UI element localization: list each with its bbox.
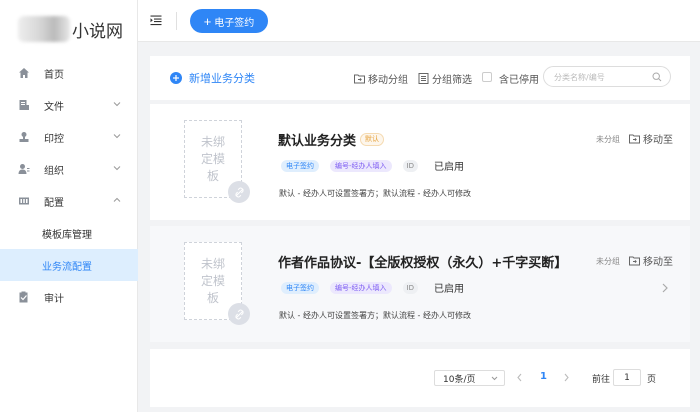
page-number-current[interactable]: 1: [540, 371, 547, 382]
sidebar-subitem-label: 业务流配置: [42, 261, 92, 273]
chevron-down-icon: [113, 102, 121, 107]
esign-tag: 电子签约: [281, 159, 319, 172]
search-input[interactable]: [554, 70, 650, 84]
sidebar-nav: 首页 文件 印控 组织 配置 模板库管理 业务流配置 审计: [0, 57, 138, 313]
prev-page-icon[interactable]: [516, 373, 523, 382]
status-text: 已启用: [434, 162, 464, 173]
move-to-label: 移动至: [643, 135, 673, 146]
add-category-button[interactable]: 新增业务分类: [170, 70, 255, 86]
category-search: [543, 66, 671, 87]
group-label: 未分组: [596, 257, 620, 266]
move-to-label: 移动至: [643, 257, 673, 268]
config-icon: [19, 197, 29, 205]
status-text: 已启用: [434, 284, 464, 295]
sidebar: 小说网 首页 文件 印控 组织 配置 模板库管理 业务流配置 审计: [0, 0, 138, 412]
card-title-text: 作者作品协议-【全版权授权（永久）+千字买断】: [278, 256, 568, 271]
sidebar-item-label: 配置: [44, 197, 64, 209]
audit-icon: [19, 291, 28, 303]
category-card[interactable]: 未绑定模板 作者作品协议-【全版权授权（永久）+千字买断】 电子签约 编号-经办…: [150, 226, 690, 342]
unbind-badge: [228, 303, 250, 325]
page-size-value: 10条/页: [443, 374, 476, 385]
card-title: 作者作品协议-【全版权授权（永久）+千字买断】: [278, 252, 567, 271]
folder-move-icon: [354, 74, 365, 84]
file-icon: [19, 100, 29, 110]
divider: [176, 12, 177, 30]
card-title: 默认业务分类 默认: [278, 130, 385, 149]
goto-prefix: 前往: [592, 375, 611, 385]
sidebar-item-label: 文件: [44, 101, 64, 113]
logo-text: 小说网: [72, 21, 123, 42]
add-category-label: 新增业务分类: [189, 72, 255, 85]
move-group-button[interactable]: 移动分组: [354, 71, 408, 86]
card-tags: 电子签约 编号-经办人填入 ID 已启用: [281, 158, 464, 173]
sidebar-item-organization[interactable]: 组织: [0, 153, 138, 185]
next-page-icon[interactable]: [563, 373, 570, 382]
group-label: 未分组: [596, 135, 620, 144]
logo[interactable]: 小说网: [18, 14, 123, 44]
filter-group-button[interactable]: 分组筛选: [418, 71, 472, 86]
category-toolbar: 新增业务分类 移动分组 分组筛选 含已停用: [150, 56, 690, 100]
sidebar-item-label: 审计: [44, 293, 64, 305]
include-disabled-label[interactable]: 含已停用: [499, 71, 539, 86]
folder-move-icon: [629, 256, 640, 266]
card-description: 默认 - 经办人可设置签署方；默认流程 - 经办人可修改: [279, 189, 471, 198]
category-card[interactable]: 未绑定模板 默认业务分类 默认 电子签约 编号-经办人填入 ID 已启用 默认 …: [150, 104, 690, 220]
move-group-label: 移动分组: [368, 75, 408, 86]
unlink-icon: [234, 309, 244, 319]
default-badge: 默认: [360, 133, 385, 146]
esign-button[interactable]: + 电子签约: [190, 9, 268, 33]
include-disabled-checkbox[interactable]: [482, 72, 492, 82]
card-title-text: 默认业务分类: [278, 134, 357, 149]
chevron-down-icon: [491, 376, 498, 381]
chevron-right-icon[interactable]: [661, 283, 669, 293]
sidebar-item-stamp[interactable]: 印控: [0, 121, 138, 153]
group-filter-icon: [418, 73, 429, 84]
chevron-down-icon: [113, 166, 121, 171]
logo-image: [18, 16, 70, 42]
sidebar-item-audit[interactable]: 审计: [0, 281, 138, 313]
template-placeholder-text: 未绑定模板: [200, 134, 225, 183]
top-bar: + 电子签约: [138, 0, 700, 42]
sidebar-item-config[interactable]: 配置: [0, 185, 138, 217]
move-to-button[interactable]: 移动至: [629, 253, 673, 268]
card-tags: 电子签约 编号-经办人填入 ID 已启用: [281, 280, 464, 295]
plus-circle-icon: [170, 72, 182, 84]
sidebar-item-label: 印控: [44, 133, 64, 145]
sidebar-item-home[interactable]: 首页: [0, 57, 138, 89]
number-rule-tag: 编号-经办人填入: [330, 281, 392, 294]
search-icon[interactable]: [652, 72, 662, 82]
goto-page-input[interactable]: [613, 369, 641, 386]
esign-tag: 电子签约: [281, 281, 319, 294]
page-size-select[interactable]: 10条/页: [434, 370, 505, 386]
sidebar-item-label: 组织: [44, 165, 64, 177]
sidebar-item-file[interactable]: 文件: [0, 89, 138, 121]
plus-icon: +: [203, 13, 212, 29]
organization-icon: [18, 164, 30, 174]
goto-suffix: 页: [647, 375, 657, 385]
chevron-up-icon: [113, 197, 121, 202]
id-tag: ID: [402, 159, 418, 172]
unbind-badge: [228, 181, 250, 203]
menu-fold-icon[interactable]: [150, 14, 162, 26]
template-placeholder-text: 未绑定模板: [200, 256, 225, 305]
move-to-button[interactable]: 移动至: [629, 131, 673, 146]
stamp-icon: [19, 132, 29, 142]
folder-move-icon: [629, 134, 640, 144]
chevron-down-icon: [113, 134, 121, 139]
sidebar-subitem-business-flow[interactable]: 业务流配置: [0, 249, 138, 281]
esign-button-label: 电子签约: [214, 17, 255, 29]
card-description: 默认 - 经办人可设置签署方；默认流程 - 经办人可修改: [279, 311, 471, 320]
number-rule-tag: 编号-经办人填入: [330, 159, 392, 172]
pagination: 10条/页 1 前往 页: [150, 349, 690, 407]
id-tag: ID: [402, 281, 418, 294]
unlink-icon: [234, 187, 244, 197]
sidebar-subitem-label: 模板库管理: [42, 229, 92, 241]
home-icon: [19, 68, 29, 78]
sidebar-item-label: 首页: [44, 69, 64, 81]
sidebar-subitem-template-library[interactable]: 模板库管理: [0, 217, 138, 249]
filter-group-label: 分组筛选: [432, 75, 472, 86]
